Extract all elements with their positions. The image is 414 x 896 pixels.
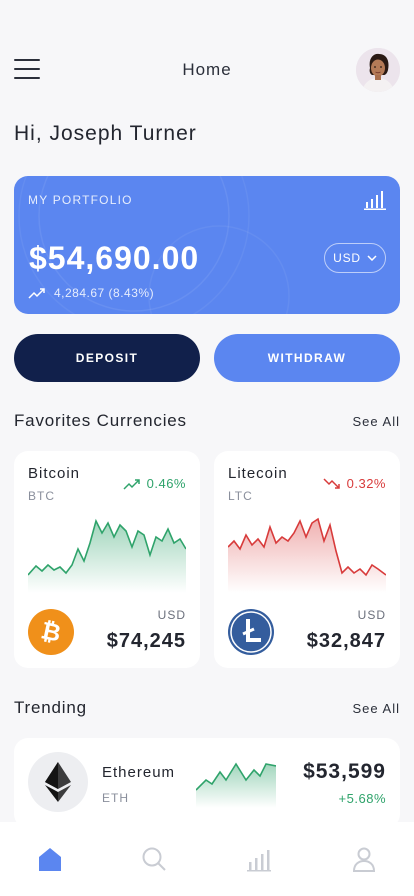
page-title: Home	[182, 60, 232, 79]
litecoin-sparkline	[228, 517, 386, 593]
currency-price: $74,245	[106, 630, 186, 652]
stats-icon[interactable]	[244, 844, 274, 874]
trending-item-ethereum[interactable]: Ethereum ETH $53,599 +5.68%	[14, 738, 400, 828]
price-currency: USD	[157, 608, 186, 622]
bitcoin-sparkline	[28, 518, 186, 593]
currency-name: Bitcoin	[28, 465, 81, 482]
greeting: Hi, Joseph Turner	[14, 122, 197, 145]
favorites-see-all-link[interactable]: See All	[353, 414, 400, 429]
profile-icon[interactable]	[349, 844, 379, 874]
search-icon[interactable]	[139, 844, 169, 874]
trend-up-icon	[123, 478, 140, 490]
currency-symbol: BTC	[28, 489, 55, 503]
trending-see-all-link[interactable]: See All	[353, 701, 400, 716]
currency-change-value: 0.46%	[146, 476, 186, 491]
bitcoin-logo-icon: ₿	[28, 609, 74, 655]
currency-name: Litecoin	[228, 465, 288, 482]
litecoin-logo-icon	[228, 609, 274, 655]
trend-down-icon	[323, 477, 340, 489]
bar-chart-icon[interactable]	[364, 190, 386, 210]
ethereum-sparkline	[196, 762, 276, 808]
avatar[interactable]	[356, 48, 400, 92]
currency-change: 0.32%	[323, 476, 386, 491]
deposit-button[interactable]: DEPOSIT	[14, 334, 200, 382]
currency-select[interactable]: USD	[324, 243, 386, 273]
currency-change: 0.46%	[123, 476, 186, 491]
currency-card-bitcoin[interactable]: Bitcoin BTC 0.46% ₿ USD $74,245	[14, 451, 200, 668]
trending-title: Trending	[14, 698, 87, 717]
trend-up-icon	[28, 288, 45, 299]
trending-price: $53,599	[303, 760, 386, 783]
portfolio-amount: $54,690.00	[29, 240, 200, 276]
trending-name: Ethereum	[102, 764, 176, 781]
currency-card-litecoin[interactable]: Litecoin LTC 0.32% USD $32,847	[214, 451, 400, 668]
svg-text:₿: ₿	[39, 616, 64, 647]
trending-change: +5.68%	[338, 791, 386, 806]
portfolio-change-value: 4,284.67 (8.43%)	[54, 286, 155, 300]
bottom-nav	[0, 822, 414, 896]
price-currency: USD	[357, 608, 386, 622]
trending-symbol: ETH	[102, 791, 129, 805]
ethereum-logo-icon	[28, 752, 88, 812]
top-bar: Home	[0, 48, 414, 92]
currency-select-value: USD	[333, 251, 361, 265]
withdraw-button[interactable]: WITHDRAW	[214, 334, 400, 382]
portfolio-label: MY PORTFOLIO	[28, 193, 133, 207]
currency-symbol: LTC	[228, 489, 253, 503]
currency-price: $32,847	[306, 630, 386, 652]
portfolio-change: 4,284.67 (8.43%)	[28, 286, 154, 300]
portfolio-card: MY PORTFOLIO $54,690.00 USD 4,284.67 (8.…	[14, 176, 400, 314]
home-icon[interactable]	[35, 844, 65, 874]
favorites-title: Favorites Currencies	[14, 411, 187, 430]
currency-change-value: 0.32%	[346, 476, 386, 491]
chevron-down-icon	[367, 255, 377, 261]
